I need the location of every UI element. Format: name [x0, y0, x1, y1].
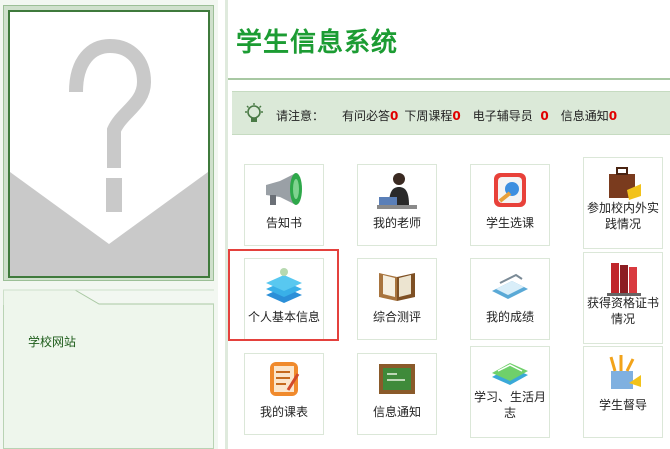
tile-comprehensive-eval[interactable]: 综合测评 [357, 258, 437, 340]
tile-info-notice[interactable]: 信息通知 [357, 353, 437, 435]
avatar-frame [3, 5, 214, 281]
tile-certificates[interactable]: 获得资格证书情况 [583, 252, 663, 344]
tile-practice-record[interactable]: 参加校内外实践情况 [583, 157, 663, 249]
avatar-placeholder [8, 10, 210, 278]
notice-text: 请注意： 有问必答0 下周课程0 电子辅导员 0 信息通知0 [276, 107, 617, 124]
tile-student-supervision[interactable]: 学生督导 [583, 346, 663, 438]
sidebar-links: 学校网站 [3, 305, 214, 449]
question-mark-icon [10, 12, 208, 276]
tile-course-selection[interactable]: 学生选课 [470, 164, 550, 246]
page-title: 学生信息系统 [236, 28, 399, 58]
journal-icon [492, 363, 528, 385]
pencil-cup-icon [609, 355, 641, 389]
tile-study-life-journal[interactable]: 学习、生活月志 [470, 346, 550, 438]
teacher-icon [377, 173, 417, 209]
megaphone-icon [266, 173, 302, 205]
notice-bar: 请注意： 有问必答0 下周课程0 电子辅导员 0 信息通知0 [232, 91, 670, 135]
grades-icon [492, 273, 528, 299]
open-book-icon [379, 273, 415, 301]
notice-item-counselor[interactable]: 电子辅导员 0 [473, 109, 549, 123]
notepad-icon [270, 362, 300, 396]
chalkboard-icon [379, 364, 415, 394]
lightbulb-icon [245, 103, 263, 122]
header-rule [228, 78, 670, 80]
notice-prefix: 请注意： [276, 109, 325, 123]
notice-item-next-week-course[interactable]: 下周课程0 [404, 109, 460, 123]
school-website-link[interactable]: 学校网站 [28, 333, 76, 350]
course-select-icon [494, 173, 526, 207]
left-panel: 学校网站 [0, 0, 218, 449]
tile-my-timetable[interactable]: 我的课表 [244, 353, 324, 435]
briefcase-icon [609, 167, 641, 200]
panel-divider [225, 0, 228, 449]
tile-my-grades[interactable]: 我的成绩 [470, 258, 550, 340]
tile-my-teacher[interactable]: 我的老师 [357, 164, 437, 246]
notice-item-info[interactable]: 信息通知0 [561, 109, 617, 123]
selected-tile-highlight [228, 249, 339, 341]
notice-item-qa[interactable]: 有问必答0 [342, 109, 398, 123]
tile-notice-letter[interactable]: 告知书 [244, 164, 324, 246]
certificate-books-icon [607, 263, 641, 296]
